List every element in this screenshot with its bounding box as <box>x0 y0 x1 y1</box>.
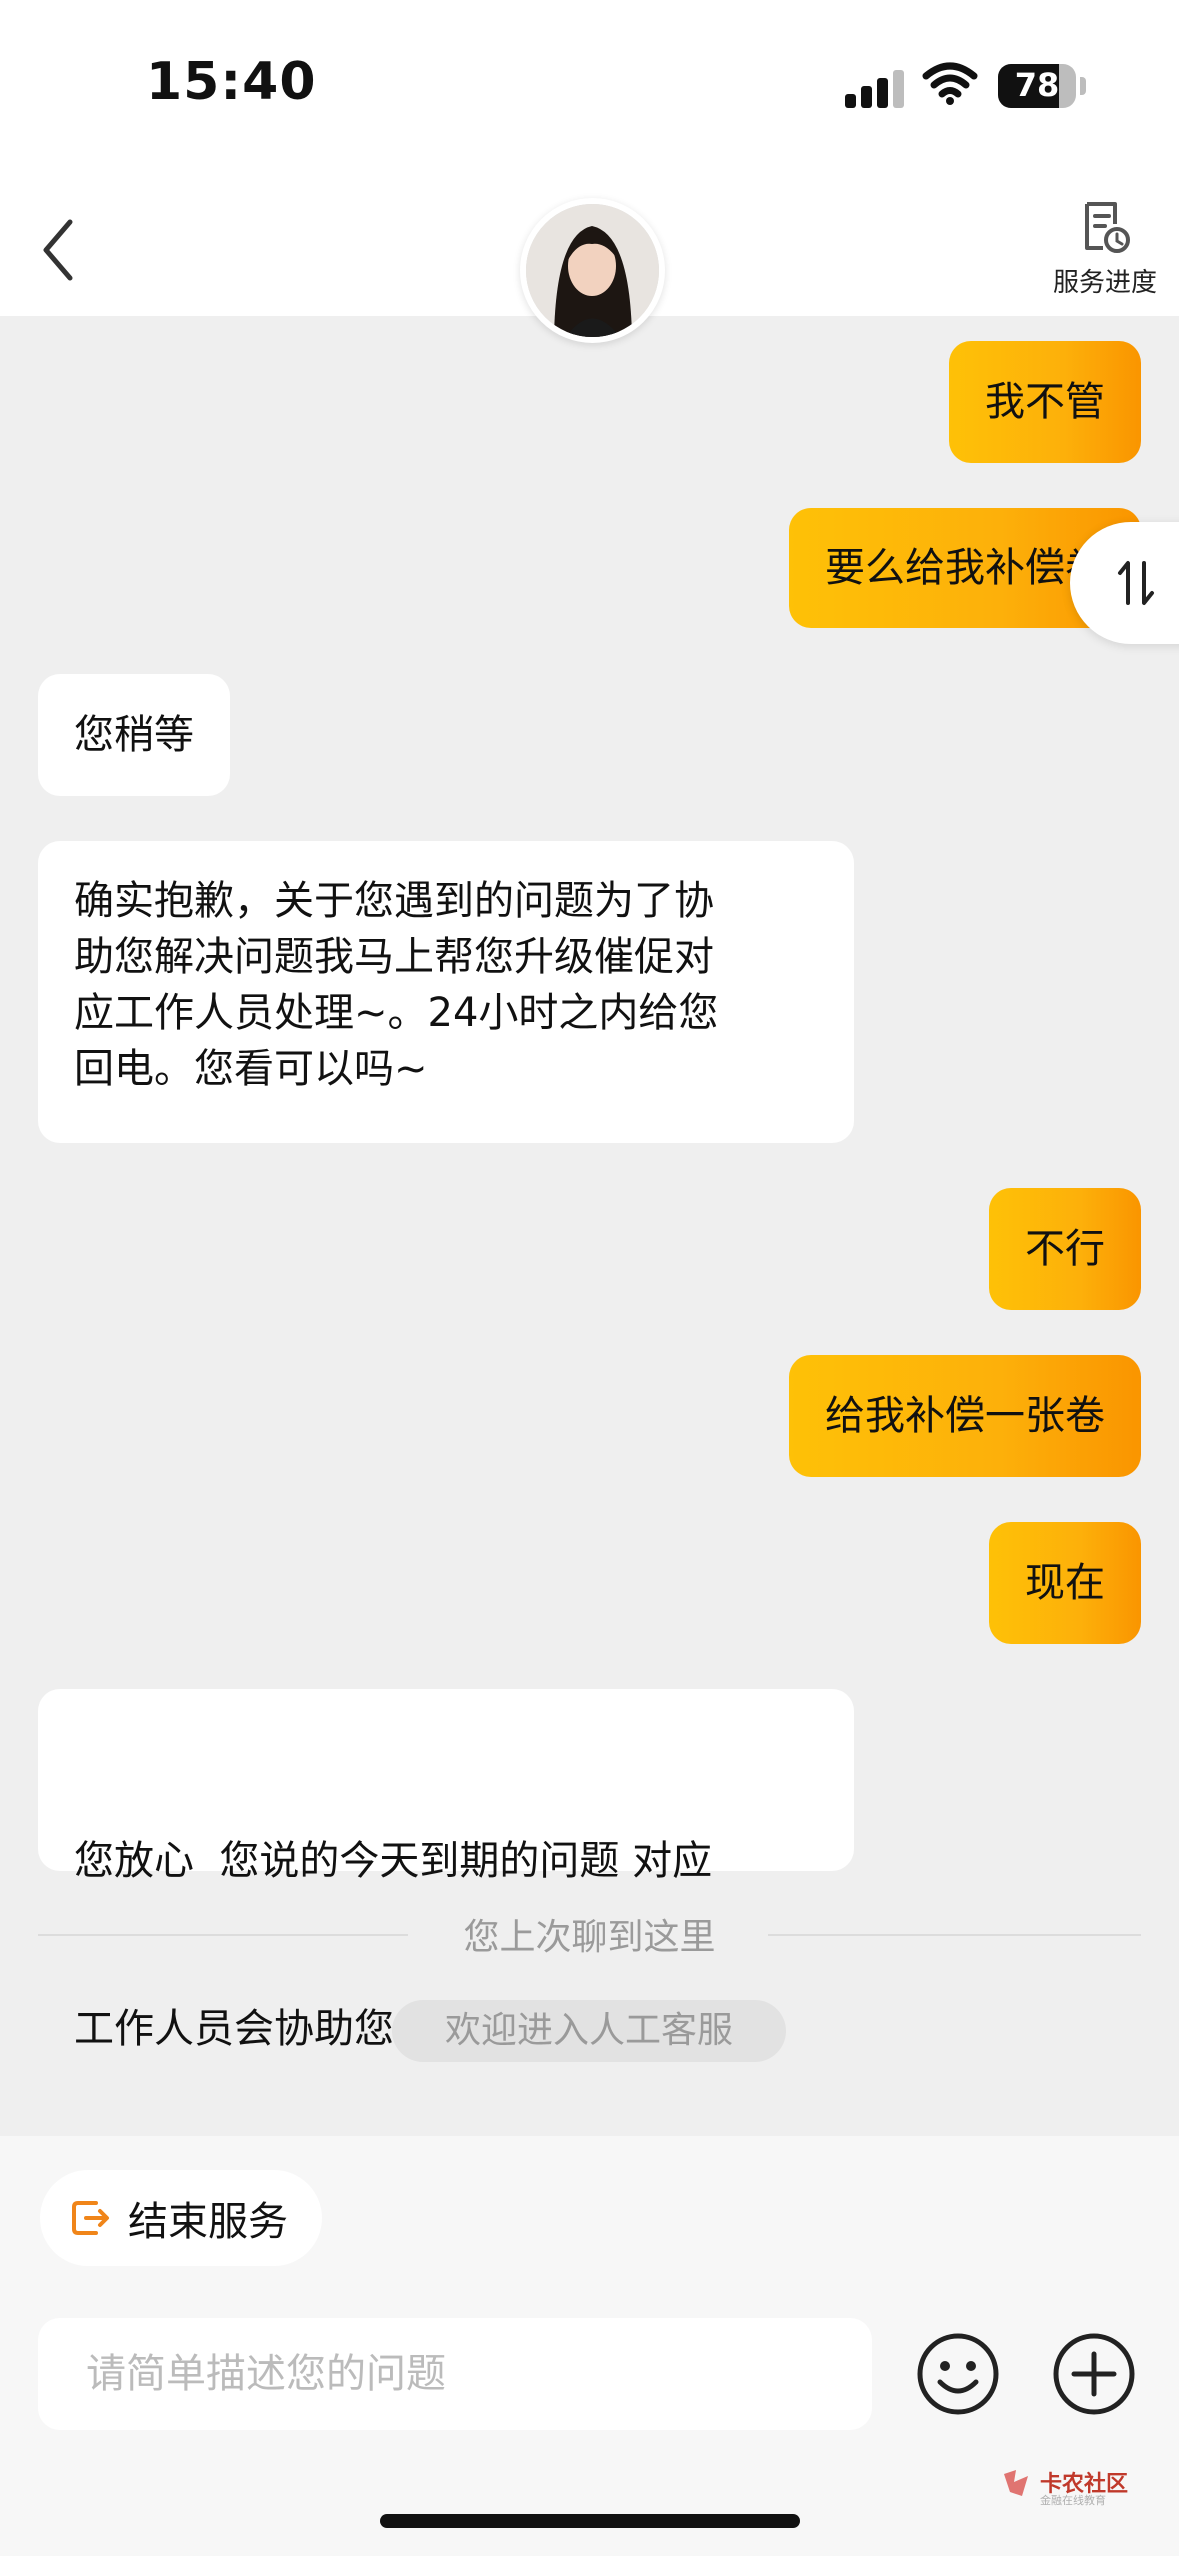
message-bubble-incoming: 您稍等 <box>38 674 230 796</box>
wifi-icon <box>922 62 978 105</box>
history-divider-text: 您上次聊到这里 <box>463 1917 716 1958</box>
watermark-subtitle: 金融在线教育 <box>1040 2494 1106 2507</box>
message-text: 给我补偿一张卷 <box>825 1393 1105 1439</box>
history-divider: 您上次聊到这里 <box>38 1900 1141 1970</box>
message-text: 您稍等 <box>74 712 194 758</box>
sort-arrows-icon <box>1118 561 1154 605</box>
message-line: 您放心 您说的今天到期的问题 对应 <box>74 1838 713 1884</box>
message-bubble-outgoing: 不行 <box>989 1188 1141 1310</box>
battery-percent: 78 <box>1014 66 1060 104</box>
end-service-label: 结束服务 <box>128 2199 288 2245</box>
cellular-signal-icon <box>845 68 905 108</box>
status-bar: 15:40 78 <box>0 0 1179 180</box>
service-progress-button[interactable]: 服务进度 <box>1040 200 1170 310</box>
message-bubble-outgoing: 现在 <box>989 1522 1141 1644</box>
message-bubble-incoming: 您放心 您说的今天到期的问题 对应 工作人员会协助您处理的 <box>38 1689 854 2052</box>
status-time: 15:40 <box>146 52 317 112</box>
message-line: 助您解决问题我马上帮您升级催促对 <box>74 934 714 980</box>
watermark-logo-icon <box>1004 2470 1028 2496</box>
welcome-badge: 欢迎进入人工客服 <box>392 2000 786 2062</box>
document-clock-icon <box>1085 202 1130 253</box>
message-bubble-outgoing: 给我补偿一张卷 <box>789 1355 1141 1477</box>
message-text: 要么给我补偿卷 <box>825 545 1105 591</box>
message-text: 现在 <box>1025 1560 1105 1606</box>
home-indicator[interactable] <box>380 2514 800 2528</box>
agent-portrait <box>526 204 659 337</box>
emoji-button[interactable] <box>914 2330 1002 2418</box>
message-line: 应工作人员处理~。24小时之内给您 <box>74 990 719 1036</box>
add-attachment-button[interactable] <box>1050 2330 1138 2418</box>
service-progress-label: 服务进度 <box>1052 268 1157 298</box>
message-line: 回电。您看可以吗~ <box>74 1046 428 1092</box>
battery-cap <box>1080 77 1086 95</box>
agent-avatar[interactable] <box>520 198 665 343</box>
back-button[interactable] <box>30 210 90 290</box>
message-input[interactable]: 请简单描述您的问题 <box>38 2318 872 2430</box>
message-line: 确实抱歉，关于您遇到的问题为了协 <box>74 878 714 924</box>
message-text: 我不管 <box>985 379 1105 425</box>
chat-area[interactable]: 我不管 要么给我补偿卷 您稍等 确实抱歉，关于您遇到的问题为了协 助您解决问题我… <box>0 316 1179 2136</box>
battery-icon: 78 <box>998 64 1076 108</box>
message-bubble-incoming: 确实抱歉，关于您遇到的问题为了协 助您解决问题我马上帮您升级催促对 应工作人员处… <box>38 841 854 1143</box>
end-service-button[interactable]: 结束服务 <box>40 2170 322 2266</box>
exit-icon <box>72 2201 109 2235</box>
watermark: 卡农社区 金融在线教育 <box>1000 2466 1170 2507</box>
message-text: 不行 <box>1025 1226 1105 1272</box>
message-bubble-outgoing: 我不管 <box>949 341 1141 463</box>
